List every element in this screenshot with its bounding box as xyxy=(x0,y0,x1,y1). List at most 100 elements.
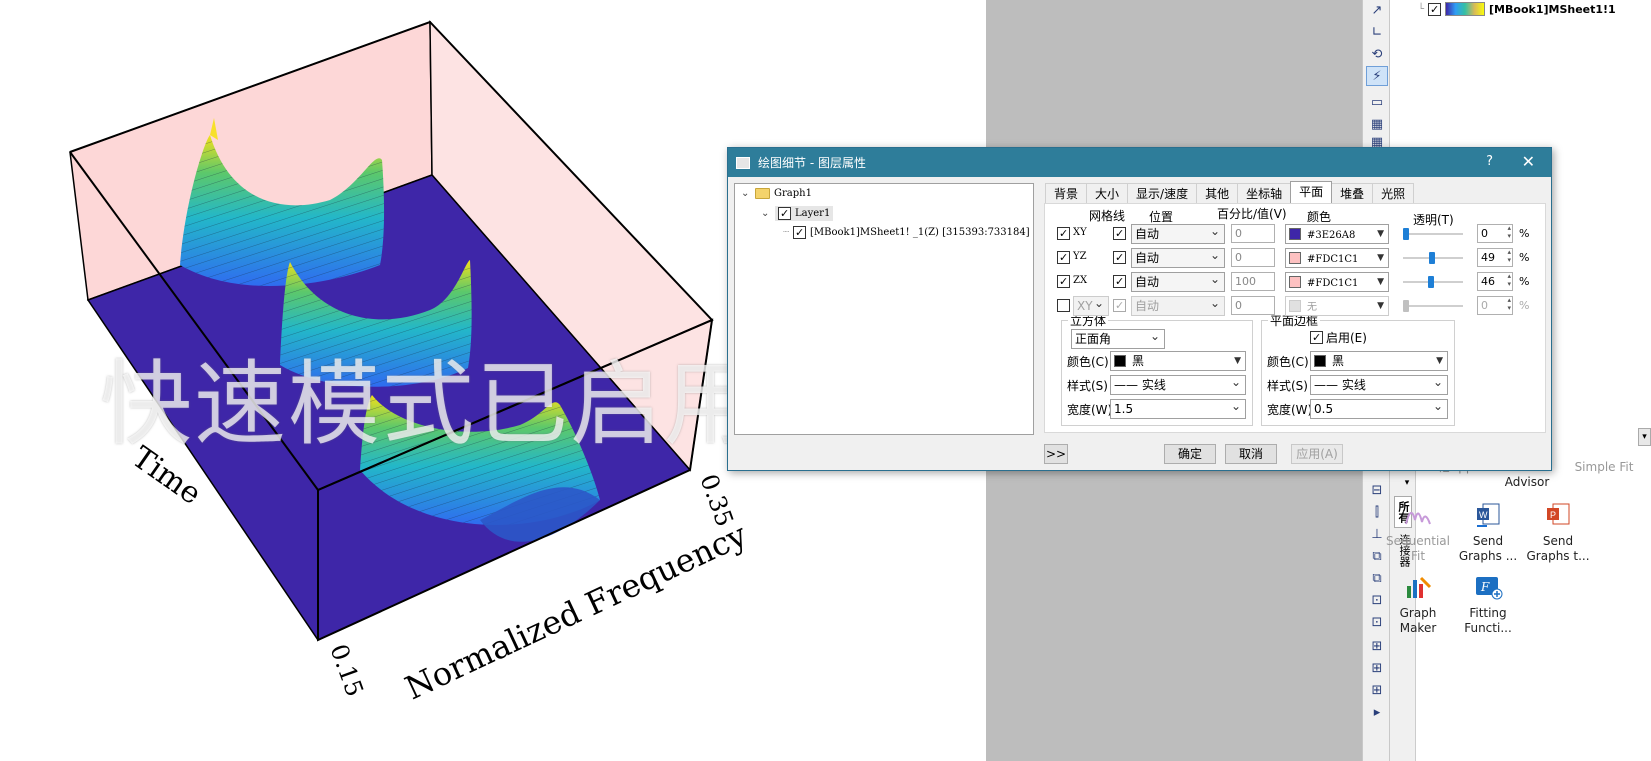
tab-background[interactable]: 背景 xyxy=(1045,183,1088,203)
axis-arrow-icon[interactable]: ↗ xyxy=(1366,0,1388,20)
app-simple-fit[interactable]: Simple Fit xyxy=(1566,460,1642,475)
tree-layer-selected[interactable]: Layer1 xyxy=(775,206,834,221)
transparency-spinner[interactable]: 46 xyxy=(1477,272,1513,291)
tab-misc[interactable]: 其他 xyxy=(1196,183,1239,203)
app-send-graphs-word[interactable]: W Send Graphs ... xyxy=(1450,500,1526,564)
tree-plot-label: [MBook1]MSheet1! _1(Z) [315393:733184] xyxy=(810,227,1030,238)
app-sequential-fit[interactable]: Sequential Fit xyxy=(1380,500,1456,564)
gridline-checkbox[interactable] xyxy=(1113,227,1126,240)
tab-stack[interactable]: 堆叠 xyxy=(1331,183,1374,203)
border-color-value: 黑 xyxy=(1332,354,1345,368)
percent-sign: % xyxy=(1519,275,1530,288)
gridline-checkbox[interactable] xyxy=(1113,251,1126,264)
plane-enable-checkbox[interactable] xyxy=(1057,227,1070,240)
ok-button[interactable]: 确定 xyxy=(1164,444,1216,464)
cube-width-select[interactable]: 1.5 xyxy=(1110,399,1246,419)
plane-color-value: 无 xyxy=(1307,302,1317,313)
gridline-checkbox[interactable] xyxy=(1113,299,1126,312)
object-icon[interactable]: ⊞ xyxy=(1366,636,1388,656)
axis-corner-icon[interactable]: ∟ xyxy=(1366,22,1388,42)
speed-mode-icon[interactable]: ⚡ xyxy=(1366,66,1388,86)
app-send-graphs-ppt[interactable]: P Send Graphs t... xyxy=(1520,500,1596,564)
position-select[interactable]: 自动 xyxy=(1131,272,1225,292)
percent-input[interactable]: 0 xyxy=(1231,296,1275,315)
expand-button[interactable]: >> xyxy=(1044,444,1068,464)
grid-header: 网格线 xyxy=(1089,209,1126,223)
tab-axes[interactable]: 坐标轴 xyxy=(1237,183,1292,203)
chevron-down-icon[interactable]: ⌄ xyxy=(741,188,751,199)
app-label: Send Graphs t... xyxy=(1526,534,1590,563)
transparency-slider[interactable] xyxy=(1403,275,1465,289)
percent-input[interactable]: 0 xyxy=(1231,224,1275,243)
more-tools-icon[interactable]: ▸ xyxy=(1366,702,1388,722)
border-style-select[interactable]: —— 实线 xyxy=(1310,375,1448,395)
object-3-icon[interactable]: ⊞ xyxy=(1366,680,1388,700)
plane-color-value: #FDC1C1 xyxy=(1307,278,1359,289)
chevron-down-icon[interactable]: ⌄ xyxy=(761,208,771,219)
object-2-icon[interactable]: ⊞ xyxy=(1366,658,1388,678)
cube-group: 立方体 正面角 颜色(C) 黑 样式(S) —— 实线 宽度(W) 1.5 xyxy=(1061,312,1253,426)
percent-input[interactable]: 0 xyxy=(1231,248,1275,267)
cube-color-select[interactable]: 黑 xyxy=(1110,351,1246,371)
plane-color-select[interactable]: #FDC1C1 xyxy=(1285,248,1389,268)
border-enable-checkbox[interactable]: 启用(E) xyxy=(1310,329,1367,346)
position-select[interactable]: 自动 xyxy=(1131,296,1225,316)
cube-style-select[interactable]: —— 实线 xyxy=(1110,375,1246,395)
object-visible-checkbox[interactable] xyxy=(1428,2,1442,16)
rotate-icon[interactable]: ⟲ xyxy=(1366,44,1388,64)
grid-layout-icon[interactable]: ▦ xyxy=(1366,114,1388,134)
tab-lighting[interactable]: 光照 xyxy=(1372,183,1415,203)
position-select[interactable]: 自动 xyxy=(1131,248,1225,268)
object-tree-item[interactable]: └ [MBook1]MSheet1!1 xyxy=(1418,0,1616,18)
dialog-titlebar[interactable]: 绘图细节 - 图层属性 ? ✕ xyxy=(728,148,1551,177)
panel-collapse-button[interactable]: ▾ xyxy=(1638,428,1651,446)
help-button[interactable]: ? xyxy=(1486,154,1493,169)
tree-node-graph[interactable]: ⌄ Graph1 xyxy=(741,188,812,199)
transparency-slider[interactable] xyxy=(1403,227,1465,241)
plane-color-select[interactable]: #FDC1C1 xyxy=(1285,272,1389,292)
svg-text:P: P xyxy=(1550,510,1556,520)
graph-maker-icon xyxy=(1407,576,1432,598)
layer-icon[interactable]: ▭ xyxy=(1366,92,1388,112)
close-button[interactable]: ✕ xyxy=(1522,152,1535,171)
apply-button[interactable]: 应用(A) xyxy=(1291,444,1343,464)
position-select[interactable]: 自动 xyxy=(1131,224,1225,244)
border-enable-box[interactable] xyxy=(1310,331,1323,344)
plot-checkbox[interactable] xyxy=(793,226,807,239)
transparency-slider[interactable] xyxy=(1403,251,1465,265)
plane-color-select[interactable]: 无 xyxy=(1285,296,1389,316)
layer-checkbox[interactable] xyxy=(778,207,791,220)
transparency-slider[interactable] xyxy=(1403,299,1465,313)
cancel-button[interactable]: 取消 xyxy=(1225,444,1277,464)
transparency-spinner[interactable]: 0 xyxy=(1477,224,1513,243)
tab-size[interactable]: 大小 xyxy=(1086,183,1129,203)
slider-thumb[interactable] xyxy=(1429,252,1435,264)
plane-enable-checkbox[interactable] xyxy=(1057,275,1070,288)
app-label: Send Graphs ... xyxy=(1458,534,1518,563)
plane-enable-checkbox[interactable] xyxy=(1057,251,1070,264)
border-color-select[interactable]: 黑 xyxy=(1310,351,1448,371)
slider-thumb[interactable] xyxy=(1428,276,1434,288)
tree-node-layer[interactable]: ⌄ Layer1 xyxy=(761,206,834,221)
cube-mode-select[interactable]: 正面角 xyxy=(1071,329,1165,349)
gridline-checkbox[interactable] xyxy=(1113,275,1126,288)
plane-name: ZX xyxy=(1073,275,1088,286)
align-icon[interactable]: ⊟ xyxy=(1366,480,1388,500)
transparency-spinner[interactable]: 0 xyxy=(1477,296,1513,315)
plane-enable-checkbox[interactable] xyxy=(1057,299,1070,312)
plane-color-select[interactable]: #3E26A8 xyxy=(1285,224,1389,244)
tree-node-plot[interactable]: ┈ [MBook1]MSheet1! _1(Z) [315393:733184] xyxy=(783,226,1030,239)
plane-name[interactable]: XY xyxy=(1073,296,1109,316)
border-style-label: 样式(S) xyxy=(1267,379,1308,393)
percent-input[interactable]: 100 xyxy=(1231,272,1275,291)
app-fitting-function[interactable]: F Fitting Functi... xyxy=(1450,572,1526,636)
border-width-select[interactable]: 0.5 xyxy=(1310,399,1448,419)
slider-thumb[interactable] xyxy=(1403,300,1409,312)
app-graph-maker[interactable]: Graph Maker xyxy=(1380,572,1456,636)
tree-connector: ┈ xyxy=(783,227,790,238)
transparency-spinner[interactable]: 49 xyxy=(1477,248,1513,267)
slider-thumb[interactable] xyxy=(1403,228,1409,240)
tab-display-speed[interactable]: 显示/速度 xyxy=(1127,183,1198,203)
apps-collapse-icon[interactable]: ▾ xyxy=(1394,474,1412,492)
tab-planes[interactable]: 平面 xyxy=(1290,181,1333,203)
